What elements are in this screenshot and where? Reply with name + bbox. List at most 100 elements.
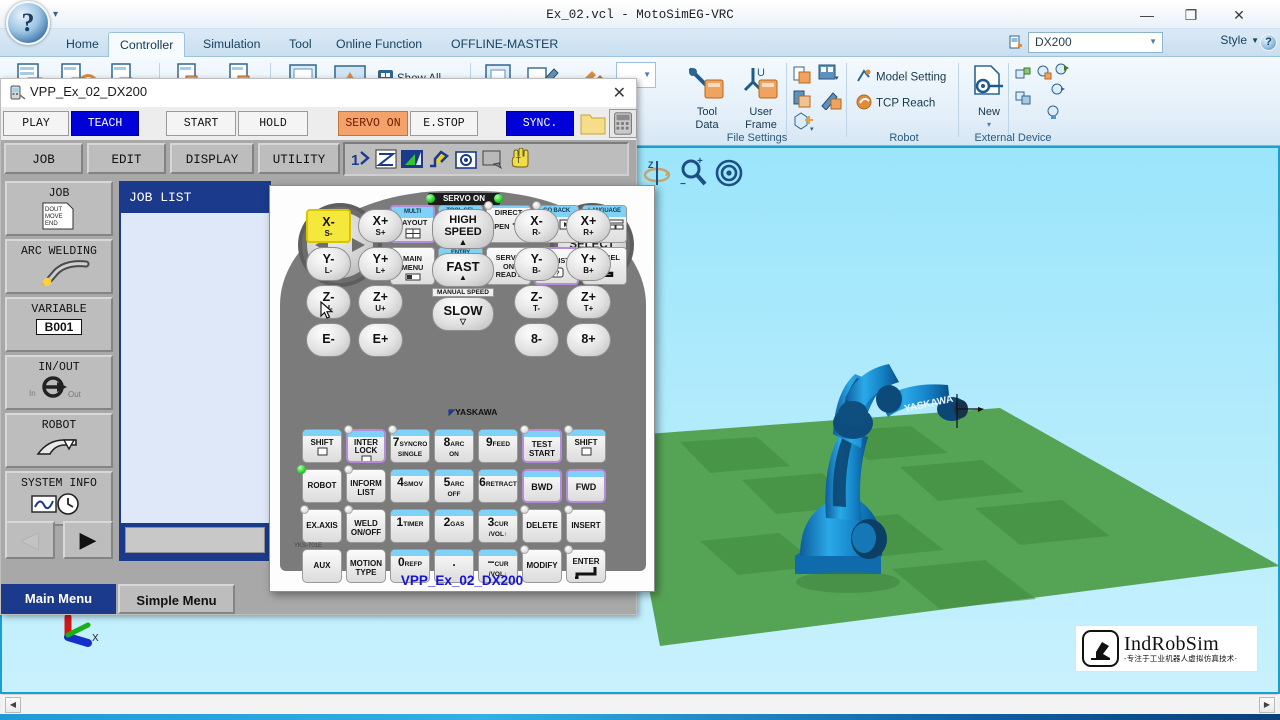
hand-tool-icon[interactable]: T xyxy=(508,148,530,170)
device-add-icon[interactable] xyxy=(1014,66,1032,84)
model-setting-button[interactable]: Model Setting xyxy=(856,68,946,87)
key-inform-list[interactable]: INFORM LIST xyxy=(346,469,386,503)
axis-key-y-minus[interactable]: Y- L- xyxy=(306,247,351,281)
sidebar-item-variable[interactable]: VARIABLE B001 xyxy=(5,297,113,352)
pendant-toggle-button[interactable] xyxy=(609,109,637,138)
teach-button[interactable]: TEACH xyxy=(71,111,139,136)
sidebar-item-system-info[interactable]: SYSTEM INFO xyxy=(5,471,113,526)
tab-offline-master[interactable]: OFFLINE-MASTER xyxy=(440,32,569,57)
sync-button[interactable]: SYNC. xyxy=(506,111,574,136)
tab-controller[interactable]: Controller xyxy=(108,32,186,57)
device-copy-icon[interactable] xyxy=(1014,88,1032,106)
axis-key-e-plus[interactable]: E+ xyxy=(358,323,403,357)
device-link-icon[interactable] xyxy=(1036,64,1052,80)
key-1-timer[interactable]: 1TIMER xyxy=(390,509,430,543)
hold-button[interactable]: HOLD xyxy=(238,111,308,136)
add-frame-icon[interactable]: ▾ xyxy=(792,111,816,133)
axis-key-rz-plus[interactable]: Z+ T+ xyxy=(566,285,611,319)
style-chevron-down-icon[interactable]: ▼ xyxy=(1251,36,1259,45)
key-fwd[interactable]: FWD xyxy=(566,469,606,503)
key-8-arc-on[interactable]: 8ARC ON xyxy=(434,429,474,463)
axis-key-ry-minus[interactable]: Y- B- xyxy=(514,247,559,281)
sidebar-item-robot[interactable]: ROBOT xyxy=(5,413,113,468)
job-list-panel[interactable]: JOB LIST xyxy=(119,181,271,561)
vpp-close-button[interactable]: ✕ xyxy=(613,83,626,103)
tab-tool[interactable]: Tool xyxy=(278,32,323,57)
nav-next-button[interactable]: ▶ xyxy=(63,521,113,559)
camera-icon[interactable] xyxy=(454,148,478,170)
key-7-syncro-single[interactable]: 7SYNCRO SINGLE xyxy=(390,429,430,463)
axis-key-rx-minus[interactable]: X- R- xyxy=(514,209,559,243)
sidebar-item-arc-welding[interactable]: ARC WELDING xyxy=(5,239,113,294)
copy-frame-icon[interactable] xyxy=(792,65,812,85)
axis-key-ry-plus[interactable]: Y+ B+ xyxy=(566,247,611,281)
sidebar-item-in-out[interactable]: IN/OUT In Out xyxy=(5,355,113,410)
tab-main-menu[interactable]: Main Menu xyxy=(1,584,116,614)
key-bwd[interactable]: BWD xyxy=(522,469,562,503)
device-net-icon[interactable] xyxy=(1054,62,1070,78)
menu-edit[interactable]: EDIT xyxy=(87,143,166,174)
target-icon[interactable] xyxy=(713,156,745,190)
menu-job[interactable]: JOB xyxy=(4,143,83,174)
help-button[interactable]: ? xyxy=(1260,34,1277,51)
controller-select[interactable]: DX200 ▼ xyxy=(1028,32,1163,53)
frame-grid-icon[interactable]: ▾ xyxy=(818,63,840,83)
key-high-speed[interactable]: HIGH SPEED ▲ xyxy=(432,209,494,249)
nav-prev-button[interactable]: ◀ xyxy=(5,521,55,559)
axis-key-x-minus[interactable]: X- S- xyxy=(306,209,351,243)
key-2-gas[interactable]: 2GAS xyxy=(434,509,474,543)
key-5-arc-off[interactable]: 5ARC OFF xyxy=(434,469,474,503)
key-test-start[interactable]: TEST START xyxy=(522,429,562,463)
key-9-feed[interactable]: 9FEED xyxy=(478,429,518,463)
key-slow[interactable]: SLOW ▽ xyxy=(432,297,494,331)
axis-key-rx-plus[interactable]: X+ R+ xyxy=(566,209,611,243)
tcp-reach-button[interactable]: TCP Reach xyxy=(856,94,935,113)
office-orb-button[interactable]: ? xyxy=(6,1,50,45)
menu-utility[interactable]: UTILITY xyxy=(258,143,340,174)
scroll-right-button[interactable]: ▶ xyxy=(1259,697,1275,713)
device-move-icon[interactable] xyxy=(1050,82,1066,98)
edit-frame-pencil-icon[interactable] xyxy=(820,88,842,110)
horizontal-scrollbar[interactable]: ◀ ▶ xyxy=(2,694,1278,714)
folder-icon[interactable] xyxy=(579,109,607,138)
tab-online-function[interactable]: Online Function xyxy=(325,32,433,57)
window-icon[interactable] xyxy=(481,148,505,170)
axis-key-x-plus[interactable]: X+ S+ xyxy=(358,209,403,243)
key-fast[interactable]: FAST ▲ xyxy=(432,253,494,287)
axis-key-y-plus[interactable]: Y+ L+ xyxy=(358,247,403,281)
key-shift-left[interactable]: SHIFT xyxy=(302,429,342,463)
servo-on-button[interactable]: SERVO ON xyxy=(338,111,408,136)
coordinate-icon[interactable] xyxy=(375,148,397,170)
sidebar-item-job[interactable]: JOB DOUT MOVE END xyxy=(5,181,113,236)
key-robot[interactable]: ROBOT xyxy=(302,469,342,503)
key-ex-axis[interactable]: EX.AXIS xyxy=(302,509,342,543)
key-interlock[interactable]: INTER LOCK xyxy=(346,429,386,463)
key-4-smov[interactable]: 4SMOV xyxy=(390,469,430,503)
minimize-button[interactable]: — xyxy=(1128,6,1166,25)
axis-key-rz-minus[interactable]: Z- T- xyxy=(514,285,559,319)
key-delete[interactable]: DELETE xyxy=(522,509,562,543)
key-shift-right[interactable]: SHIFT xyxy=(566,429,606,463)
close-button[interactable]: ✕ xyxy=(1220,6,1258,25)
key-6-retract[interactable]: 6RETRACT xyxy=(478,469,518,503)
paste-frame-icon[interactable] xyxy=(792,89,812,109)
maximize-button[interactable]: ❐ xyxy=(1172,6,1210,25)
tab-simple-menu[interactable]: Simple Menu xyxy=(118,584,235,614)
axis-key-z-plus[interactable]: Z+ U+ xyxy=(358,285,403,319)
key-insert[interactable]: INSERT xyxy=(566,509,606,543)
tool-data-button[interactable]: Tool Data xyxy=(680,64,734,131)
start-button[interactable]: START xyxy=(166,111,236,136)
zoom-icon[interactable]: + − xyxy=(678,156,708,190)
page-number-icon[interactable]: 1 xyxy=(350,148,372,170)
style-label[interactable]: Style xyxy=(1220,33,1247,47)
menu-display[interactable]: DISPLAY xyxy=(170,143,254,174)
axis-key-e-minus[interactable]: E- xyxy=(306,323,351,357)
pendant-overlay[interactable]: SELECT MULTI LAYOUT TOOL SEL COORD DIREC… xyxy=(269,185,655,592)
tab-home[interactable]: Home xyxy=(55,32,110,57)
user-frame-button[interactable]: U User Frame xyxy=(734,64,788,131)
key-3-cur-vol-up[interactable]: 3CUR /VOL↑ xyxy=(478,509,518,543)
device-settings-icon[interactable] xyxy=(1046,104,1062,120)
scroll-left-button[interactable]: ◀ xyxy=(5,697,21,713)
speed-icon[interactable] xyxy=(400,148,424,170)
robot-icon[interactable] xyxy=(427,148,451,170)
